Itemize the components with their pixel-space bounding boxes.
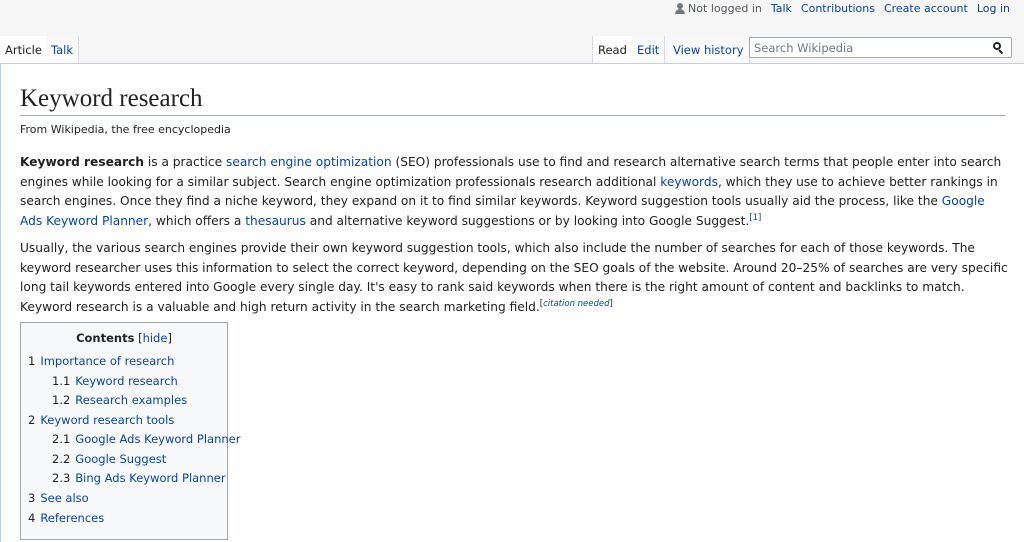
- tab-view-history[interactable]: View history: [668, 36, 750, 63]
- tab-talk[interactable]: Talk: [46, 36, 80, 63]
- log-in-link[interactable]: Log in: [977, 2, 1010, 15]
- citation-needed-link[interactable]: citation needed: [543, 299, 609, 309]
- content-area: Keyword research From Wikipedia, the fre…: [0, 63, 1024, 542]
- toc-label: Importance of research: [40, 354, 175, 368]
- toc-number: 2.2: [52, 452, 71, 466]
- tab-article[interactable]: Article: [0, 36, 48, 63]
- create-account-link[interactable]: Create account: [884, 2, 968, 15]
- site-tagline: From Wikipedia, the free encyclopedia: [20, 123, 231, 136]
- toc-item[interactable]: 1 Importance of research: [28, 354, 174, 368]
- toc-number: 3: [28, 491, 36, 505]
- toc-number: 1.2: [52, 393, 71, 407]
- toc-number: 4: [28, 511, 36, 525]
- page-title: Keyword research: [20, 84, 1005, 116]
- toc-label: References: [40, 511, 105, 525]
- personal-tools: Not logged in Talk Contributions Create …: [675, 2, 1010, 15]
- toc-number: 2: [28, 413, 36, 427]
- tab-article-label: Article: [5, 43, 42, 57]
- article-paragraph-1: Keyword research is a practice search en…: [20, 153, 1008, 231]
- anon-user-status: Not logged in: [675, 2, 762, 15]
- search-input[interactable]: [754, 41, 984, 55]
- cite-bracket-close: ]: [609, 298, 613, 309]
- search-box: [749, 37, 1012, 58]
- toc-label: Google Ads Keyword Planner: [75, 432, 241, 446]
- text-run: is a practice: [143, 155, 226, 169]
- text-run: and alternative keyword suggestions or b…: [305, 213, 750, 228]
- contributions-link[interactable]: Contributions: [801, 2, 875, 15]
- not-logged-in-label: Not logged in: [688, 2, 762, 15]
- search-icon[interactable]: [993, 42, 1004, 55]
- link-thesaurus[interactable]: thesaurus: [245, 214, 306, 228]
- toc-item[interactable]: 2.3 Bing Ads Keyword Planner: [52, 471, 226, 485]
- text-run: , which offers a: [148, 213, 246, 228]
- tab-read-label: Read: [598, 43, 627, 57]
- toc-number: 1: [28, 354, 36, 368]
- toc-item[interactable]: 2.2 Google Suggest: [52, 452, 166, 466]
- toc-title: Contents: [76, 331, 135, 345]
- toc-label: Keyword research: [75, 374, 178, 388]
- toc-hide-toggle[interactable]: hide: [143, 331, 168, 345]
- toc-item[interactable]: 1.2 Research examples: [52, 393, 187, 407]
- toc-label: Research examples: [75, 393, 188, 407]
- toc-label: Keyword research tools: [40, 413, 175, 427]
- talk-link[interactable]: Talk: [771, 2, 792, 15]
- toc-bracket-close: ]: [167, 331, 172, 345]
- tab-edit[interactable]: Edit: [632, 36, 666, 63]
- text-run: Usually, the various search engines prov…: [20, 241, 1008, 314]
- toc-bracket-open: [: [134, 331, 143, 345]
- tab-edit-label: Edit: [637, 43, 660, 57]
- link-search-engine-optimization[interactable]: search engine optimization: [226, 155, 392, 169]
- user-icon: [675, 3, 686, 14]
- bold-term: Keyword research: [20, 155, 144, 169]
- reference-1-link[interactable]: [1]: [749, 213, 761, 223]
- toc-number: 1.1: [52, 374, 71, 388]
- link-keywords[interactable]: keywords: [660, 175, 718, 189]
- tab-read[interactable]: Read: [592, 36, 633, 63]
- toc-number: 2.1: [52, 432, 71, 446]
- toc-item[interactable]: 4 References: [28, 511, 104, 525]
- table-of-contents: Contents [hide] 1 Importance of research …: [20, 322, 240, 540]
- toc-item[interactable]: 3 See also: [28, 491, 89, 505]
- tab-view-history-label: View history: [673, 43, 744, 57]
- toc-label: Google Suggest: [75, 452, 167, 466]
- toc-number: 2.3: [52, 471, 71, 485]
- toc-label: See also: [40, 491, 89, 505]
- toc-heading: Contents [hide]: [21, 331, 227, 345]
- toc-item[interactable]: 1.1 Keyword research: [52, 374, 178, 388]
- tab-talk-label: Talk: [51, 43, 74, 57]
- toc-item[interactable]: 2.1 Google Ads Keyword Planner: [52, 432, 240, 446]
- article-paragraph-2: Usually, the various search engines prov…: [20, 239, 1008, 317]
- toc-label: Bing Ads Keyword Planner: [75, 471, 226, 485]
- toc-item[interactable]: 2 Keyword research tools: [28, 413, 174, 427]
